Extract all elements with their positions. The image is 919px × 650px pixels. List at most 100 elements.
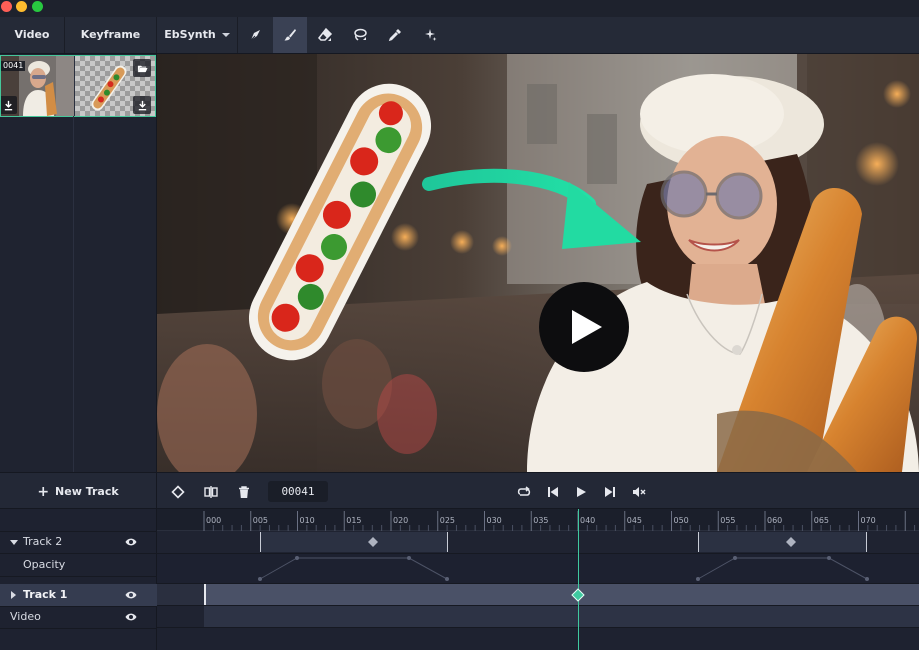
track-row-video[interactable]: Video xyxy=(0,606,157,629)
eye-icon[interactable] xyxy=(125,537,137,547)
eraser-icon xyxy=(318,27,333,41)
magic-tool-button[interactable] xyxy=(413,17,447,53)
split-button[interactable] xyxy=(201,482,221,502)
tab-ebsynth-label: EbSynth xyxy=(164,28,216,41)
keyframe-diamond-icon xyxy=(171,485,185,499)
tab-video-label: Video xyxy=(14,28,50,41)
eraser-tool-button[interactable] xyxy=(308,17,342,53)
download-icon xyxy=(138,100,146,110)
main-toolbar: Video Keyframe EbSynth xyxy=(0,17,919,54)
keyframe-diamond-icon xyxy=(786,537,796,547)
skip-forward-icon xyxy=(605,487,615,497)
eye-icon[interactable] xyxy=(125,612,137,622)
clip-track-1[interactable] xyxy=(204,584,919,605)
trash-icon xyxy=(239,486,249,498)
title-bar xyxy=(0,0,919,17)
keyframe-thumbnail-strip[interactable]: 0041 xyxy=(0,55,156,117)
track-row-track-1[interactable]: Track 1 xyxy=(0,584,157,607)
play-icon xyxy=(572,310,602,344)
skip-back-button[interactable] xyxy=(543,482,563,502)
keyframe-diamond-icon xyxy=(368,537,378,547)
eyedropper-icon xyxy=(388,29,401,42)
preview-play-button[interactable] xyxy=(539,282,629,372)
play-icon xyxy=(577,487,586,497)
download-source-button[interactable] xyxy=(1,96,17,114)
paint-brush-icon xyxy=(284,29,296,41)
pen-nib-icon xyxy=(250,30,260,41)
timeline-ruler[interactable]: 000 005 010 015 020 025 030 035 040 045 050 055 060 0… xyxy=(157,509,919,531)
ruler-tick-label: 010 xyxy=(299,516,315,525)
playhead-keyframe-diamond-icon[interactable] xyxy=(571,588,585,602)
keyframe-panel: 0041 xyxy=(0,54,157,472)
tab-ebsynth-dropdown[interactable]: EbSynth xyxy=(157,17,238,53)
plus-icon: + xyxy=(37,484,50,500)
ruler-tick-label: 050 xyxy=(673,516,689,525)
lane-track-1[interactable] xyxy=(157,584,919,606)
play-button[interactable] xyxy=(571,482,591,502)
ruler-tick-label: 000 xyxy=(206,516,222,525)
ruler-tick-label: 055 xyxy=(720,516,736,525)
skip-back-icon xyxy=(548,487,558,497)
minimize-window-icon[interactable] xyxy=(16,1,27,12)
ruler-tick-label: 070 xyxy=(860,516,876,525)
lane-opacity[interactable] xyxy=(157,554,919,584)
track-list: Track 2 Opacity Track 1 Video xyxy=(0,509,157,650)
mute-icon xyxy=(633,487,646,497)
ruler-tick-label: 025 xyxy=(439,516,456,525)
source-frame-thumbnail[interactable]: 0041 xyxy=(1,56,74,116)
ruler-tick-label: 065 xyxy=(813,516,830,525)
maximize-window-icon[interactable] xyxy=(32,1,43,12)
download-icon xyxy=(4,100,12,110)
track-header-spacer xyxy=(0,509,157,532)
panel-divider xyxy=(73,116,74,472)
keyframe-markers xyxy=(368,537,796,547)
keyframe-thumbnail[interactable] xyxy=(75,56,155,116)
loop-icon xyxy=(517,486,531,496)
new-track-label: New Track xyxy=(55,485,119,498)
ruler-tick-label: 015 xyxy=(346,516,362,525)
tab-keyframe[interactable]: Keyframe xyxy=(65,17,157,53)
track-row-track-2[interactable]: Track 2 xyxy=(0,531,157,554)
download-keyframe-button[interactable] xyxy=(133,96,151,114)
lasso-tool-button[interactable] xyxy=(343,17,377,53)
track-label: Video xyxy=(10,610,41,623)
open-folder-button[interactable] xyxy=(133,59,151,77)
skip-forward-button[interactable] xyxy=(600,482,620,502)
collapse-triangle-icon[interactable] xyxy=(11,591,16,599)
ruler-tick-label: 060 xyxy=(767,516,783,525)
current-frame-field[interactable]: 00041 xyxy=(268,481,328,502)
track-label: Track 2 xyxy=(23,535,63,548)
property-label: Opacity xyxy=(23,558,66,571)
lasso-icon xyxy=(354,28,367,41)
playhead[interactable] xyxy=(578,509,579,650)
track-row-opacity[interactable]: Opacity xyxy=(0,554,157,577)
new-track-button[interactable]: + New Track xyxy=(0,473,157,509)
clip-video[interactable] xyxy=(204,606,919,627)
eye-icon[interactable] xyxy=(125,590,137,600)
lane-track-2[interactable] xyxy=(157,531,919,554)
frame-number-badge: 0041 xyxy=(1,61,26,71)
ruler-tick-label: 005 xyxy=(252,516,269,525)
opacity-curve xyxy=(258,556,869,581)
delete-button[interactable] xyxy=(234,482,254,502)
preview-frame-image xyxy=(157,54,919,472)
add-keyframe-button[interactable] xyxy=(168,482,188,502)
lane-video[interactable] xyxy=(157,606,919,628)
split-icon xyxy=(204,486,218,498)
expand-triangle-icon[interactable] xyxy=(10,540,18,545)
timeline[interactable]: 000 005 010 015 020 025 030 035 040 045 050 055 060 0… xyxy=(157,509,919,650)
ruler-tick-label: 045 xyxy=(626,516,643,525)
eyedropper-tool-button[interactable] xyxy=(378,17,412,53)
pen-tool-button[interactable] xyxy=(239,17,273,53)
video-preview[interactable] xyxy=(157,54,919,472)
tab-video[interactable]: Video xyxy=(0,17,65,53)
chevron-down-icon xyxy=(221,33,230,37)
mute-button[interactable] xyxy=(629,482,649,502)
brush-tool-button[interactable] xyxy=(273,17,307,53)
ruler-tick-label: 040 xyxy=(580,516,596,525)
close-window-icon[interactable] xyxy=(1,1,12,12)
magic-sparkle-icon xyxy=(425,29,437,41)
loop-button[interactable] xyxy=(514,482,534,502)
tab-keyframe-label: Keyframe xyxy=(80,28,141,41)
ruler-tick-label: 035 xyxy=(533,516,549,525)
